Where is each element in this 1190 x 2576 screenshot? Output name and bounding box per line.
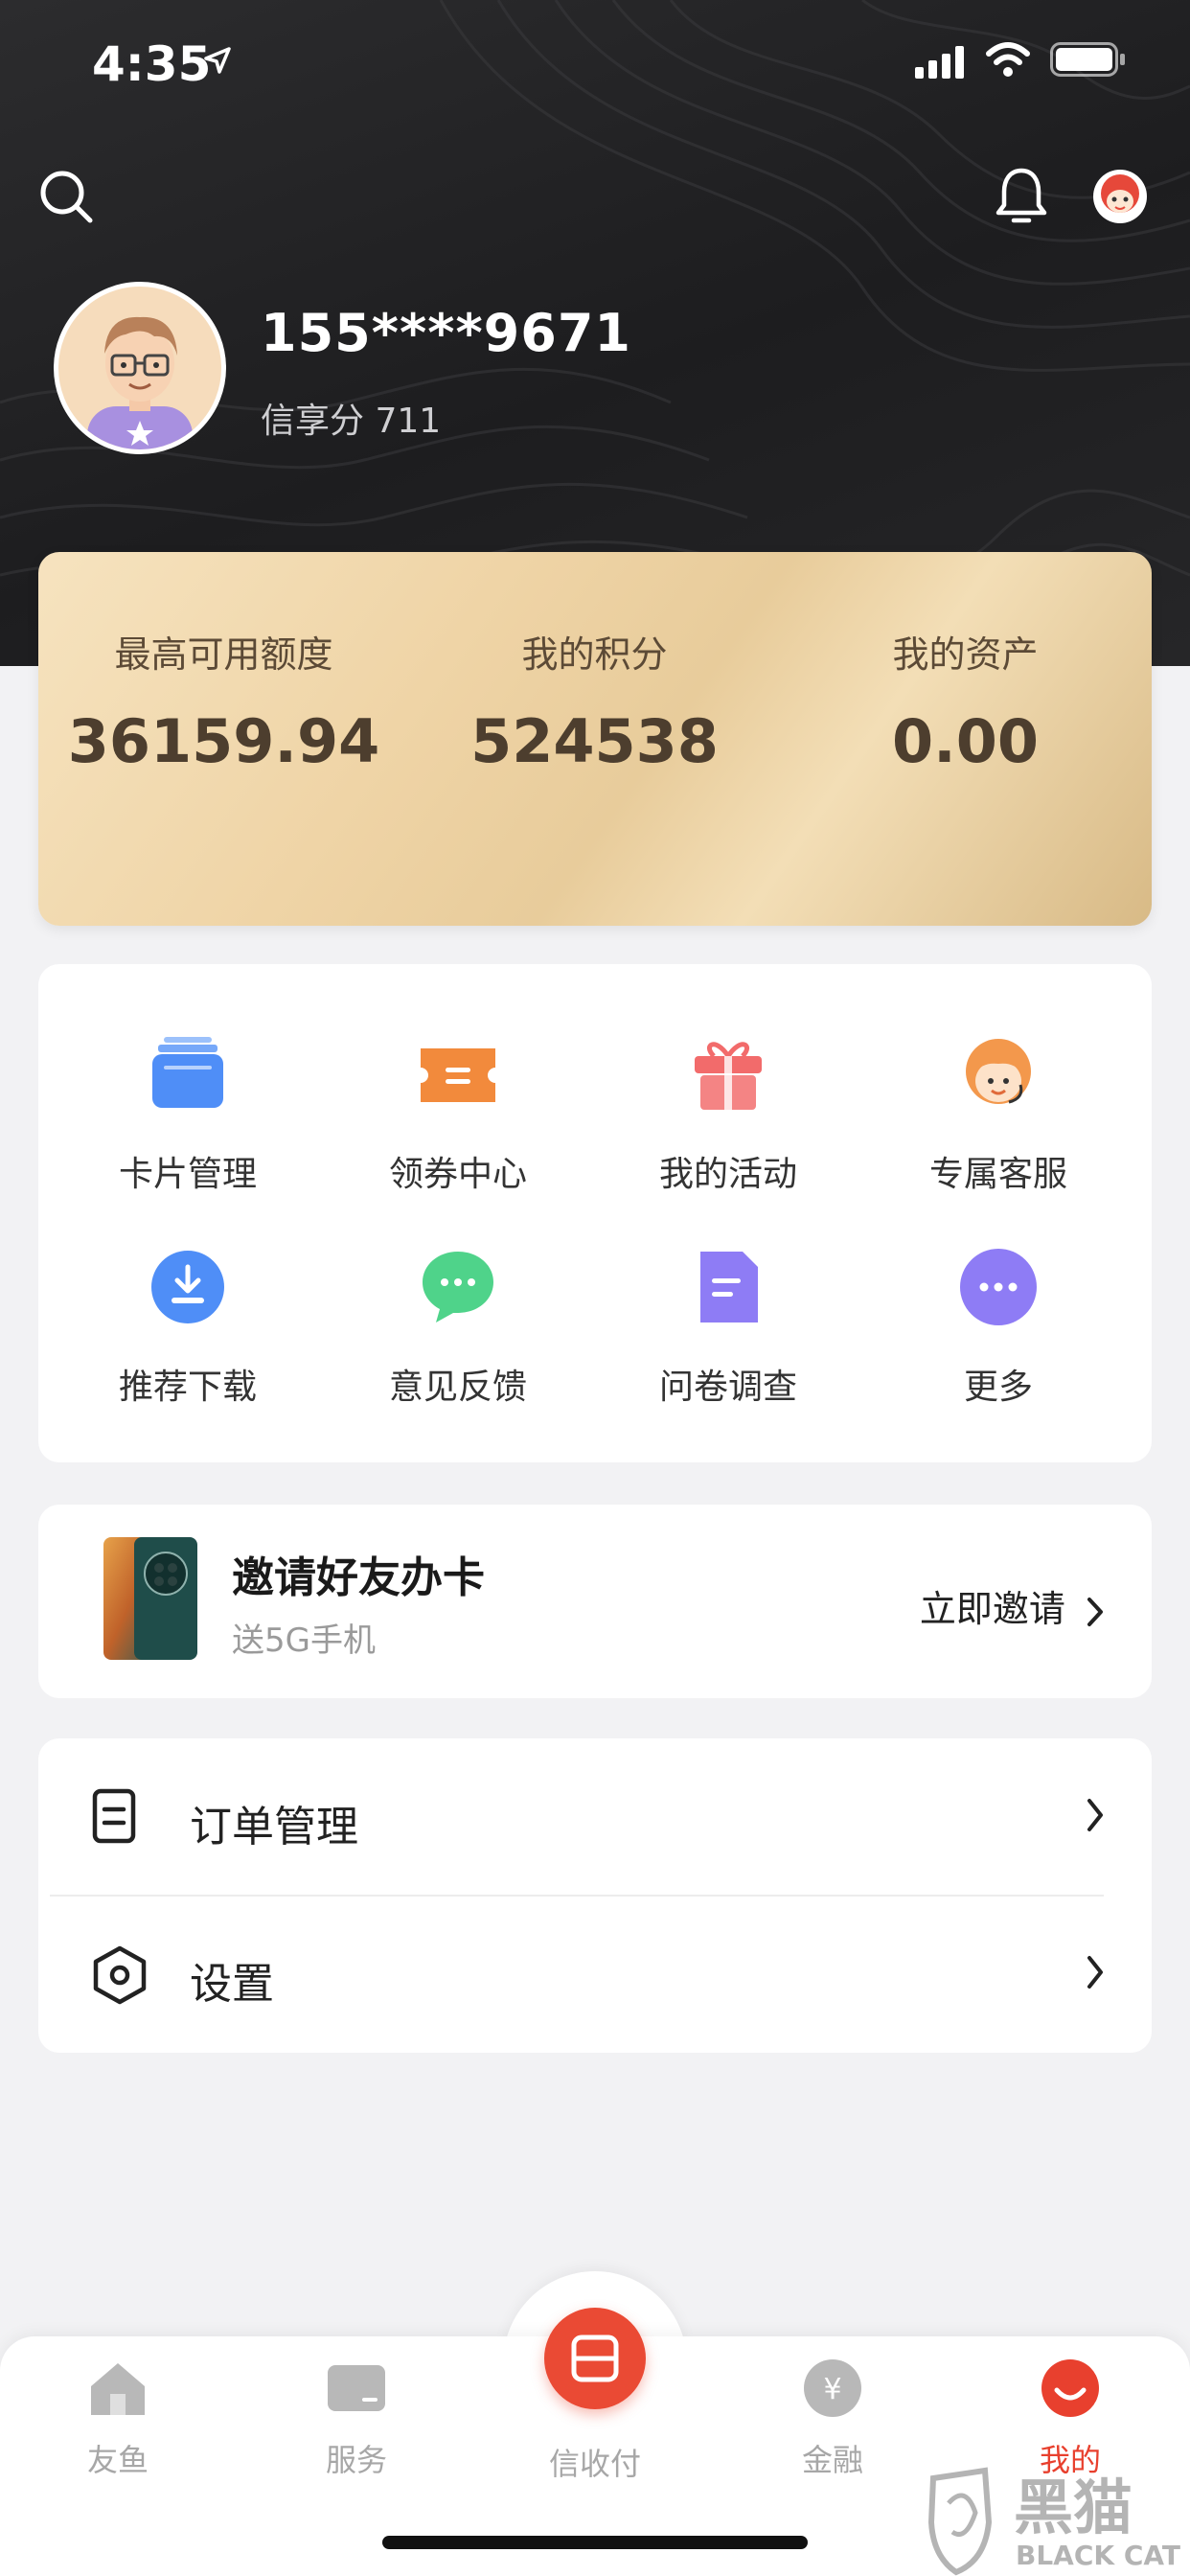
action-card-management[interactable]: 卡片管理	[54, 1031, 322, 1196]
coupon-icon	[421, 1048, 495, 1102]
summary-value: 524538	[470, 706, 719, 776]
tab-home[interactable]: 友鱼	[22, 2358, 214, 2480]
summary-value: 36159.94	[67, 706, 380, 776]
action-label: 卡片管理	[118, 1155, 257, 1194]
wifi-icon	[986, 42, 1030, 77]
tab-label: 金融	[801, 2442, 863, 2478]
status-bar: 4:35	[0, 0, 1190, 134]
summary-assets[interactable]: 我的资产 0.00	[780, 552, 1151, 776]
watermark-en: BLACK CAT	[1016, 2540, 1180, 2571]
action-coupon-center[interactable]: 领券中心	[324, 1031, 592, 1196]
location-arrow-icon	[204, 47, 231, 74]
cartoon-user-icon	[87, 316, 193, 449]
invite-banner[interactable]: 邀请好友办卡 送5G手机 立即邀请	[38, 1505, 1152, 1698]
action-label: 推荐下载	[118, 1368, 257, 1407]
menu-divider	[50, 1895, 1104, 1897]
tab-finance[interactable]: ¥ 金融	[737, 2358, 928, 2480]
feedback-chat-icon	[423, 1252, 493, 1322]
scan-pay-icon	[571, 2334, 619, 2382]
download-icon	[151, 1251, 224, 1323]
summary-credit-limit[interactable]: 最高可用额度 36159.94	[38, 552, 409, 776]
menu-item-label: 设置	[190, 1960, 274, 2009]
scan-pay-button[interactable]	[544, 2308, 646, 2409]
service-card-icon	[328, 2365, 385, 2411]
summary-points[interactable]: 我的积分 524538	[409, 552, 780, 776]
watermark-cn: 黑猫	[1014, 2472, 1133, 2542]
action-feedback[interactable]: 意见反馈	[324, 1244, 592, 1409]
chevron-right-icon	[1087, 1956, 1103, 1989]
status-time: 4:35	[92, 36, 212, 92]
action-my-activities[interactable]: 我的活动	[594, 1031, 862, 1196]
house-icon	[91, 2363, 145, 2415]
card-stack-icon	[152, 1037, 223, 1108]
tab-mine[interactable]: 我的	[974, 2358, 1166, 2480]
smile-face-icon	[1041, 2359, 1099, 2417]
yen-icon: ¥	[804, 2359, 861, 2417]
mascot-avatar-icon[interactable]	[1092, 169, 1148, 224]
summary-label: 我的资产	[892, 633, 1039, 676]
bell-icon[interactable]	[995, 165, 1048, 224]
chevron-right-icon	[1087, 1597, 1103, 1626]
action-survey[interactable]: 问卷调查	[594, 1244, 862, 1409]
user-avatar[interactable]	[54, 282, 226, 454]
customer-service-icon	[966, 1039, 1031, 1104]
action-recommend-download[interactable]: 推荐下载	[54, 1244, 322, 1409]
summary-value: 0.00	[892, 706, 1039, 776]
tab-label: 友鱼	[86, 2442, 149, 2478]
summary-label: 我的积分	[521, 633, 668, 676]
invite-now-label: 立即邀请	[919, 1588, 1065, 1630]
battery-icon	[1050, 42, 1125, 77]
menu-item-settings[interactable]: 设置	[38, 1896, 1152, 2053]
action-label: 我的活动	[658, 1155, 797, 1194]
menu-item-label: 订单管理	[190, 1803, 358, 1852]
action-label: 领券中心	[388, 1155, 527, 1194]
more-icon	[960, 1249, 1037, 1325]
tab-label: 服务	[325, 2442, 387, 2478]
tab-service[interactable]: 服务	[261, 2358, 452, 2480]
action-customer-service[interactable]: 专属客服	[864, 1031, 1133, 1196]
black-cat-logo-icon: 黑猫 BLACK CAT	[927, 2467, 1180, 2576]
quick-actions-panel: 卡片管理 领券中心 我的活动 专属客服 推荐下载 意见反馈 问卷调查 更多	[38, 964, 1152, 1462]
survey-document-icon	[700, 1252, 758, 1322]
chevron-right-icon	[1087, 1799, 1103, 1831]
action-label: 更多	[963, 1368, 1033, 1407]
svg-text:¥: ¥	[823, 2373, 841, 2406]
action-label: 专属客服	[928, 1155, 1067, 1194]
search-icon[interactable]	[38, 169, 96, 226]
action-more[interactable]: 更多	[864, 1244, 1133, 1409]
account-summary-card: 最高可用额度 36159.94 我的积分 524538 我的资产 0.00	[38, 552, 1152, 926]
order-document-icon	[92, 1788, 136, 1844]
invite-title: 邀请好友办卡	[232, 1553, 485, 1602]
settings-hexagon-icon	[93, 1945, 147, 2005]
black-cat-watermark: 黑猫 BLACK CAT	[927, 2465, 1190, 2576]
credit-score[interactable]: 信享分 711	[261, 393, 441, 443]
invite-now-button[interactable]: 立即邀请	[920, 1579, 1104, 1632]
menu-item-orders[interactable]: 订单管理	[38, 1738, 1152, 1896]
summary-label: 最高可用额度	[114, 633, 333, 676]
user-phone: 155****9671	[261, 303, 631, 363]
action-label: 意见反馈	[388, 1368, 527, 1407]
gift-icon	[695, 1042, 762, 1110]
home-indicator	[382, 2536, 808, 2549]
cellular-signal-icon	[915, 46, 964, 79]
action-label: 问卷调查	[658, 1368, 797, 1407]
invite-subtitle: 送5G手机	[232, 1622, 376, 1660]
phone-product-image	[103, 1537, 197, 1660]
tab-label: 信收付	[548, 2446, 641, 2482]
